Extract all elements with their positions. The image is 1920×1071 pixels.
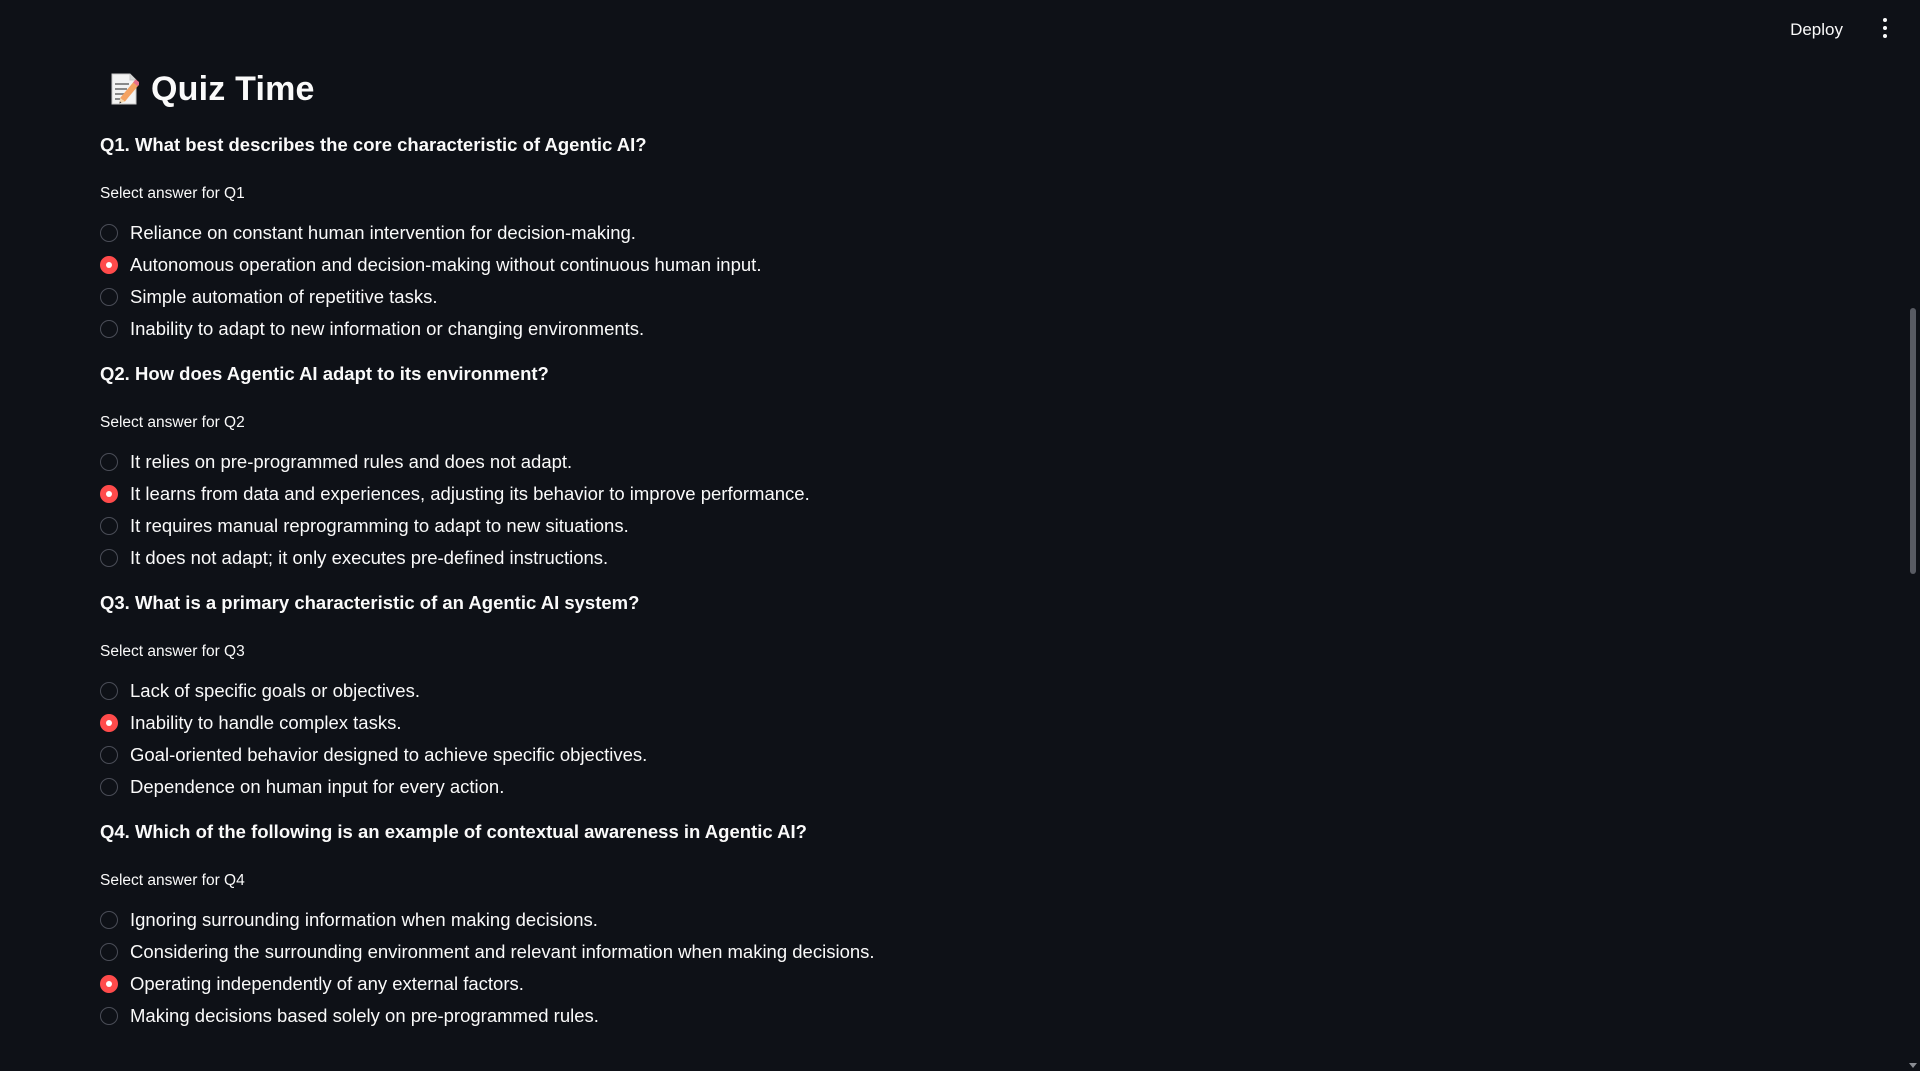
radio-option-label: Ignoring surrounding information when ma… bbox=[130, 909, 598, 930]
question-text: Q1. What best describes the core charact… bbox=[100, 134, 647, 155]
radio-button[interactable] bbox=[100, 549, 118, 567]
radio-option[interactable]: It learns from data and experiences, adj… bbox=[100, 478, 1300, 510]
radio-option[interactable]: Operating independently of any external … bbox=[100, 968, 1300, 1000]
radio-option-label: Simple automation of repetitive tasks. bbox=[130, 286, 438, 307]
question-block: Q3. What is a primary characteristic of … bbox=[100, 591, 1300, 803]
deploy-button[interactable]: Deploy bbox=[1784, 16, 1849, 44]
radio-button[interactable] bbox=[100, 320, 118, 338]
radio-button[interactable] bbox=[100, 288, 118, 306]
radio-group-label: Select answer for Q4 bbox=[100, 872, 245, 889]
radio-button[interactable] bbox=[100, 682, 118, 700]
radio-option-label: Autonomous operation and decision-making… bbox=[130, 254, 762, 275]
radio-option[interactable]: Simple automation of repetitive tasks. bbox=[100, 281, 1300, 313]
radio-option-label: Inability to handle complex tasks. bbox=[130, 712, 402, 733]
question-block: Q1. What best describes the core charact… bbox=[100, 133, 1300, 345]
radio-option-label: It requires manual reprogramming to adap… bbox=[130, 515, 629, 536]
radio-option-label: Lack of specific goals or objectives. bbox=[130, 680, 420, 701]
radio-option[interactable]: Reliance on constant human intervention … bbox=[100, 217, 1300, 249]
radio-button[interactable] bbox=[100, 517, 118, 535]
memo-icon bbox=[111, 73, 139, 105]
radio-button[interactable] bbox=[100, 943, 118, 961]
radio-option[interactable]: Considering the surrounding environment … bbox=[100, 936, 1300, 968]
radio-button[interactable] bbox=[100, 453, 118, 471]
radio-option-label: Considering the surrounding environment … bbox=[130, 941, 875, 962]
radio-button-checked[interactable] bbox=[100, 256, 118, 274]
radio-option-label: It relies on pre-programmed rules and do… bbox=[130, 451, 573, 472]
radio-option-label: Reliance on constant human intervention … bbox=[130, 222, 636, 243]
radio-option[interactable]: Lack of specific goals or objectives. bbox=[100, 675, 1300, 707]
question-block: Q2. How does Agentic AI adapt to its env… bbox=[100, 362, 1300, 574]
radio-option-label: It learns from data and experiences, adj… bbox=[130, 483, 810, 504]
radio-option[interactable]: It does not adapt; it only executes pre-… bbox=[100, 542, 1300, 574]
radio-button-checked[interactable] bbox=[100, 975, 118, 993]
radio-option-label: Inability to adapt to new information or… bbox=[130, 318, 645, 339]
radio-option[interactable]: Inability to adapt to new information or… bbox=[100, 313, 1300, 345]
page-header: Quiz Time bbox=[100, 62, 1300, 116]
radio-button[interactable] bbox=[100, 1007, 118, 1025]
radio-option[interactable]: It requires manual reprogramming to adap… bbox=[100, 510, 1300, 542]
more-vertical-icon[interactable] bbox=[1880, 18, 1890, 38]
radio-option-label: Making decisions based solely on pre-pro… bbox=[130, 1005, 599, 1026]
radio-option-label: It does not adapt; it only executes pre-… bbox=[130, 547, 609, 568]
radio-group: Ignoring surrounding information when ma… bbox=[100, 904, 1300, 1032]
radio-button[interactable] bbox=[100, 778, 118, 796]
radio-group-label: Select answer for Q1 bbox=[100, 185, 245, 202]
scroll-down-arrow-icon[interactable] bbox=[1909, 1063, 1917, 1068]
radio-option[interactable]: Goal-oriented behavior designed to achie… bbox=[100, 739, 1300, 771]
radio-button[interactable] bbox=[100, 224, 118, 242]
main-content: Quiz Time Q1. What best describes the co… bbox=[100, 62, 1300, 1032]
radio-group-label: Select answer for Q3 bbox=[100, 643, 245, 660]
radio-option[interactable]: Dependence on human input for every acti… bbox=[100, 771, 1300, 803]
radio-button[interactable] bbox=[100, 746, 118, 764]
radio-group-label: Select answer for Q2 bbox=[100, 414, 245, 431]
radio-option[interactable]: Ignoring surrounding information when ma… bbox=[100, 904, 1300, 936]
radio-option-label: Goal-oriented behavior designed to achie… bbox=[130, 744, 648, 765]
radio-button-checked[interactable] bbox=[100, 714, 118, 732]
radio-option[interactable]: Making decisions based solely on pre-pro… bbox=[100, 1000, 1300, 1032]
radio-option[interactable]: Inability to handle complex tasks. bbox=[100, 707, 1300, 739]
app-header: Deploy bbox=[0, 0, 1920, 58]
radio-option-label: Dependence on human input for every acti… bbox=[130, 776, 505, 797]
radio-group: Lack of specific goals or objectives. Ina… bbox=[100, 675, 1300, 803]
radio-button[interactable] bbox=[100, 911, 118, 929]
question-text: Q4. Which of the following is an example… bbox=[100, 821, 807, 842]
question-block: Q4. Which of the following is an example… bbox=[100, 820, 1300, 1032]
question-text: Q3. What is a primary characteristic of … bbox=[100, 592, 640, 613]
radio-group: It relies on pre-programmed rules and do… bbox=[100, 446, 1300, 574]
radio-option-label: Operating independently of any external … bbox=[130, 973, 524, 994]
radio-button-checked[interactable] bbox=[100, 485, 118, 503]
radio-option[interactable]: Autonomous operation and decision-making… bbox=[100, 249, 1300, 281]
radio-option[interactable]: It relies on pre-programmed rules and do… bbox=[100, 446, 1300, 478]
scrollbar-thumb[interactable] bbox=[1910, 308, 1916, 574]
radio-group: Reliance on constant human intervention … bbox=[100, 217, 1300, 345]
page-title: Quiz Time bbox=[151, 69, 315, 108]
question-list: Q1. What best describes the core charact… bbox=[100, 133, 1300, 1032]
question-text: Q2. How does Agentic AI adapt to its env… bbox=[100, 363, 549, 384]
